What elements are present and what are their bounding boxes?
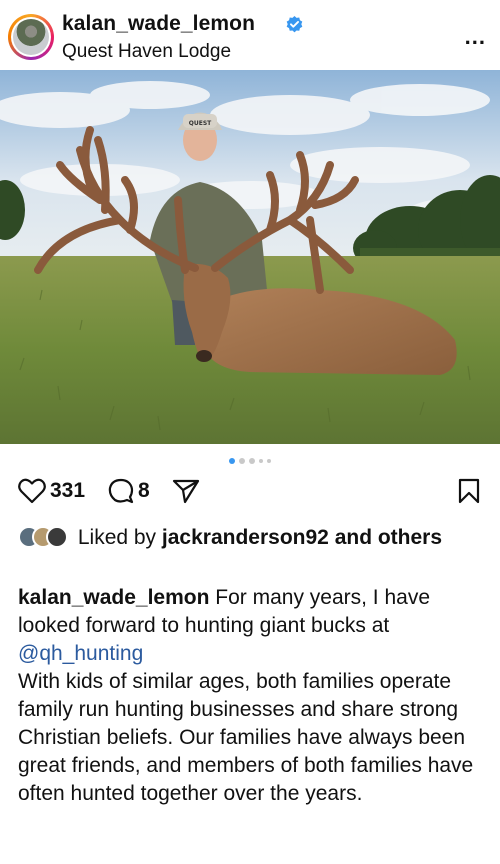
carousel-dot: [249, 458, 255, 464]
share-button[interactable]: [172, 478, 200, 504]
liked-by-prefix: Liked by: [77, 526, 157, 549]
comment-icon: [108, 478, 134, 504]
liker-avatar: [46, 526, 68, 548]
carousel-dot: [239, 458, 245, 464]
carousel-dot: [267, 459, 271, 463]
bookmark-icon: [458, 478, 480, 504]
avatar-image: [13, 19, 49, 55]
more-options-icon[interactable]: ...: [465, 24, 486, 50]
like-count[interactable]: 331: [50, 479, 85, 503]
caption-username[interactable]: kalan_wade_lemon: [18, 586, 209, 609]
verified-badge-icon: [286, 16, 303, 33]
caption-mention[interactable]: @qh_hunting: [18, 642, 143, 665]
carousel-dot-active: [229, 458, 235, 464]
liked-by-suffix[interactable]: and others: [335, 526, 442, 549]
action-bar: 331 8: [0, 478, 500, 512]
caption-text-2: With kids of similar ages, both families…: [18, 670, 474, 805]
comment-count[interactable]: 8: [138, 479, 150, 503]
post-photo[interactable]: QUEST: [0, 70, 500, 444]
photo-scene: QUEST: [0, 70, 500, 444]
carousel-dot: [259, 459, 263, 463]
carousel-indicator: [0, 456, 500, 466]
save-button[interactable]: [457, 478, 481, 504]
likes-summary[interactable]: Liked by jackranderson92 and others: [18, 524, 488, 552]
heart-icon: [18, 478, 46, 504]
send-icon: [172, 479, 200, 504]
avatar[interactable]: [8, 14, 54, 60]
post-header: kalan_wade_lemon Quest Haven Lodge ...: [0, 0, 500, 72]
location-link[interactable]: Quest Haven Lodge: [62, 41, 231, 63]
comment-button[interactable]: 8: [108, 478, 150, 504]
hat-logo: QUEST: [189, 120, 212, 127]
username-link[interactable]: kalan_wade_lemon: [62, 12, 255, 36]
liked-by-user[interactable]: jackranderson92: [162, 526, 329, 549]
liker-avatars: [18, 526, 72, 548]
post-caption: kalan_wade_lemon For many years, I have …: [18, 584, 484, 808]
like-button[interactable]: 331: [18, 478, 85, 504]
avatar-inner: [11, 17, 51, 57]
